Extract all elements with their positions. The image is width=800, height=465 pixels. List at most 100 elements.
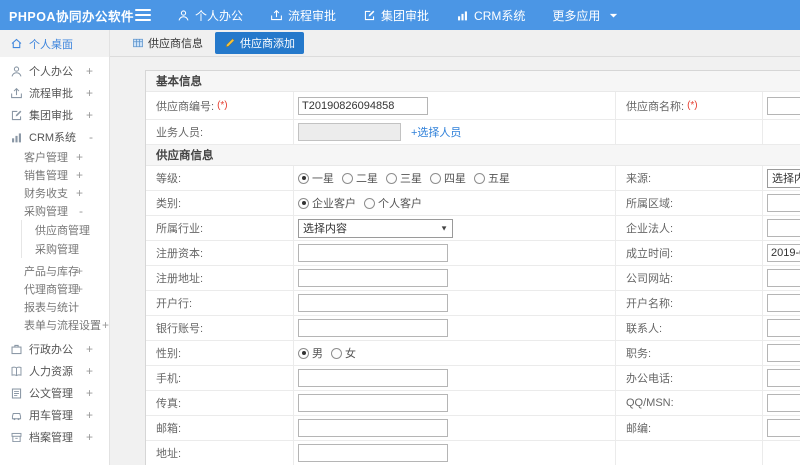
collapse-icon[interactable]: - — [79, 204, 83, 218]
sidebar-item-supplier-mgmt[interactable]: 供应商管理 — [22, 220, 109, 239]
radio-grade-2star[interactable]: 二星 — [342, 170, 378, 186]
upload-icon — [11, 87, 22, 98]
tab-supplier-info[interactable]: 供应商信息 — [132, 35, 203, 51]
nav-process-approval[interactable]: 流程审批 — [270, 7, 336, 24]
expand-icon[interactable]: + — [102, 318, 109, 332]
office-tel-input[interactable] — [767, 369, 800, 387]
nav-more-apps[interactable]: 更多应用 — [552, 7, 620, 24]
radio-icon[interactable] — [386, 172, 397, 184]
sidebar-item-archive-mgmt[interactable]: 档案管理 + — [0, 426, 109, 448]
sidebar-item-crm-system[interactable]: CRM系统 - — [0, 126, 109, 148]
nav-group-approval[interactable]: 集团审批 — [363, 7, 429, 24]
sidebar-item-product-inventory[interactable]: 产品与库存 + — [0, 262, 109, 280]
supplier-no-input[interactable] — [298, 96, 428, 115]
sidebar-item-finance[interactable]: 财务收支 + — [0, 184, 109, 202]
radio-icon[interactable] — [474, 172, 485, 184]
radio-icon[interactable] — [364, 197, 375, 209]
staff-input[interactable] — [298, 123, 401, 141]
hamburger-menu-icon[interactable] — [135, 9, 151, 21]
radio-icon[interactable] — [342, 172, 353, 184]
main-content: 基本信息 供应商编号:(*) 供应商名称:(*) 业务人员: +选择人员 供应商… — [110, 57, 800, 465]
sidebar-item-document-mgmt[interactable]: 公文管理 + — [0, 382, 109, 404]
reg-address-label: 注册地址: — [146, 266, 294, 290]
expand-icon[interactable]: + — [76, 168, 83, 182]
zip-label: 邮编: — [616, 416, 763, 440]
address-input[interactable] — [298, 444, 448, 462]
sidebar-item-human-resources[interactable]: 人力资源 + — [0, 360, 109, 382]
top-nav: 个人办公 流程审批 集团审批 CRM系统 更多应用 — [177, 7, 620, 24]
collapse-icon[interactable]: - — [89, 130, 93, 144]
radio-gender-male[interactable]: 男 — [298, 345, 323, 361]
sidebar-item-reports-stats[interactable]: 报表与统计 — [0, 298, 109, 316]
nav-personal-office[interactable]: 个人办公 — [177, 7, 243, 24]
bank-input[interactable] — [298, 294, 448, 312]
grade-label: 等级: — [146, 166, 294, 190]
sidebar-item-personal-office[interactable]: 个人办公 + — [0, 60, 109, 82]
book-icon — [11, 366, 22, 376]
sidebar-item-customer-mgmt[interactable]: 客户管理 + — [0, 148, 109, 166]
expand-icon[interactable]: + — [76, 186, 83, 200]
fax-input[interactable] — [298, 394, 448, 412]
expand-icon[interactable]: + — [86, 64, 93, 78]
website-input[interactable] — [767, 269, 800, 287]
radio-enterprise-customer[interactable]: 企业客户 — [298, 195, 356, 211]
mobile-input[interactable] — [298, 369, 448, 387]
expand-icon[interactable]: + — [76, 282, 83, 296]
pencil-icon — [225, 38, 235, 48]
sidebar-item-admin-office[interactable]: 行政办公 + — [0, 338, 109, 360]
radio-grade-4star[interactable]: 四星 — [430, 170, 466, 186]
sidebar-item-purchasing[interactable]: 采购管理 — [22, 239, 109, 258]
sidebar-item-vehicle-mgmt[interactable]: 用车管理 + — [0, 404, 109, 426]
expand-icon[interactable]: + — [86, 386, 93, 400]
sidebar-item-form-process-settings[interactable]: 表单与流程设置 + — [0, 316, 109, 334]
expand-icon[interactable]: + — [86, 108, 93, 122]
expand-icon[interactable]: + — [86, 364, 93, 378]
choose-staff-link[interactable]: +选择人员 — [411, 124, 461, 140]
sidebar-item-sales-mgmt[interactable]: 销售管理 + — [0, 166, 109, 184]
sidebar-item-personal-desktop[interactable]: 个人桌面 — [0, 30, 109, 57]
job-title-input[interactable] — [767, 344, 800, 362]
sidebar-item-group-approval[interactable]: 集团审批 + — [0, 104, 109, 126]
reg-address-input[interactable] — [298, 269, 448, 287]
region-input[interactable] — [767, 194, 800, 212]
sidebar-item-process-approval[interactable]: 流程审批 + — [0, 82, 109, 104]
radio-selected-icon[interactable] — [298, 172, 309, 184]
founded-date-input[interactable] — [767, 244, 800, 262]
source-select[interactable]: 选择内容▼ — [767, 168, 800, 188]
radio-icon[interactable] — [430, 172, 441, 184]
legal-person-input[interactable] — [767, 219, 800, 237]
expand-icon[interactable]: + — [86, 342, 93, 356]
radio-selected-icon[interactable] — [298, 347, 309, 359]
nav-crm-system[interactable]: CRM系统 — [456, 7, 525, 24]
expand-icon[interactable]: + — [86, 430, 93, 444]
expand-icon[interactable]: + — [76, 150, 83, 164]
expand-icon[interactable]: + — [76, 264, 83, 278]
fax-label: 传真: — [146, 391, 294, 415]
expand-icon[interactable]: + — [86, 408, 93, 422]
email-input[interactable] — [298, 419, 448, 437]
zip-input[interactable] — [767, 419, 800, 437]
expand-icon[interactable]: + — [86, 86, 93, 100]
radio-icon[interactable] — [331, 347, 342, 359]
radio-personal-customer[interactable]: 个人客户 — [364, 195, 422, 211]
radio-gender-female[interactable]: 女 — [331, 345, 356, 361]
tab-bar: 供应商信息 供应商添加 — [110, 30, 800, 57]
contact-input[interactable] — [767, 319, 800, 337]
radio-selected-icon[interactable] — [298, 197, 309, 209]
reg-capital-input[interactable] — [298, 244, 448, 262]
sidebar-item-purchase-mgmt[interactable]: 采购管理 - — [0, 202, 109, 220]
tab-supplier-add[interactable]: 供应商添加 — [215, 32, 304, 54]
radio-grade-1star[interactable]: 一星 — [298, 170, 334, 186]
reg-capital-label: 注册资本: — [146, 241, 294, 265]
qq-msn-input[interactable] — [767, 394, 800, 412]
radio-grade-5star[interactable]: 五星 — [474, 170, 510, 186]
supplier-name-input[interactable] — [767, 96, 800, 115]
staff-label: 业务人员: — [146, 120, 294, 144]
industry-select[interactable]: 选择内容 ▼ — [298, 218, 453, 238]
upload-icon — [271, 9, 282, 20]
gender-label: 性别: — [146, 341, 294, 365]
account-no-input[interactable] — [298, 319, 448, 337]
account-name-input[interactable] — [767, 294, 800, 312]
sidebar-item-agent-mgmt[interactable]: 代理商管理 + — [0, 280, 109, 298]
radio-grade-3star[interactable]: 三星 — [386, 170, 422, 186]
